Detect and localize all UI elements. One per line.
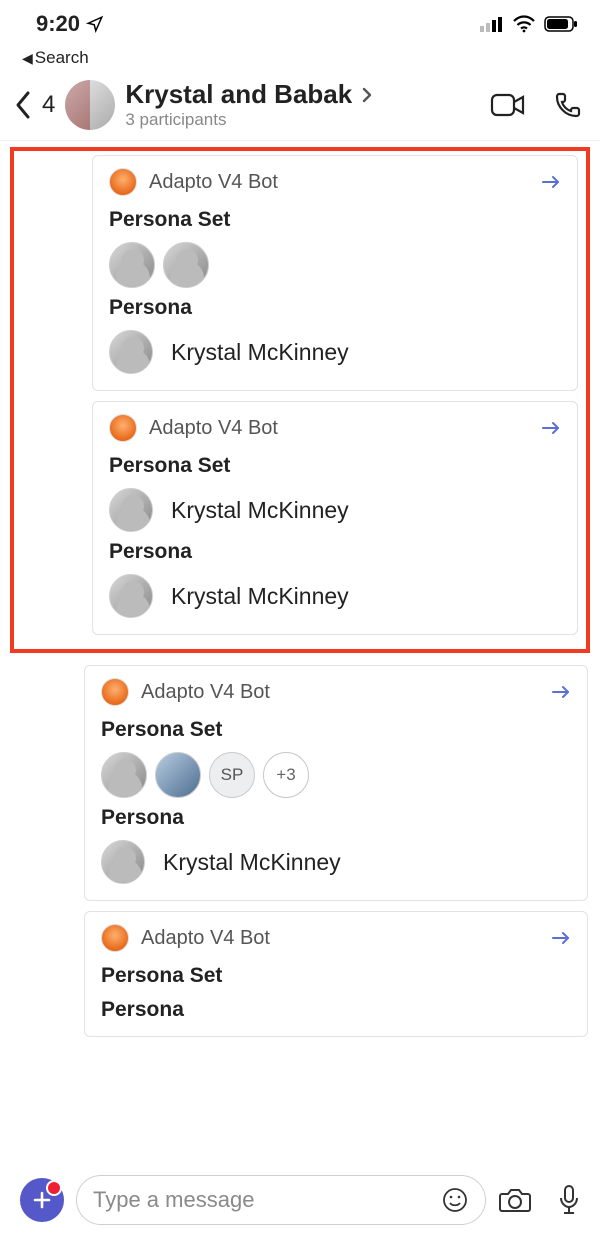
persona-set-label: Persona Set <box>109 454 561 478</box>
back-to-label: Search <box>35 48 89 68</box>
persona-row: Krystal McKinney <box>109 574 561 618</box>
avatar[interactable] <box>109 330 153 374</box>
avatar[interactable] <box>109 242 155 288</box>
open-arrow-icon[interactable] <box>541 421 561 435</box>
persona-set-label: Persona Set <box>101 718 571 742</box>
persona-set-name: Krystal McKinney <box>171 497 349 524</box>
persona-label: Persona <box>101 806 571 830</box>
back-count: 4 <box>42 91 55 119</box>
bot-card: Adapto V4 Bot Persona Set Persona Krysta… <box>92 155 578 391</box>
bot-icon <box>101 678 129 706</box>
avatar[interactable] <box>163 242 209 288</box>
audio-call-icon[interactable] <box>554 91 582 119</box>
avatar[interactable] <box>101 752 147 798</box>
emoji-icon[interactable] <box>441 1186 469 1214</box>
open-arrow-icon[interactable] <box>551 685 571 699</box>
bot-icon <box>101 924 129 952</box>
status-time: 9:20 <box>36 11 80 37</box>
chevron-right-icon <box>362 87 372 103</box>
camera-icon[interactable] <box>498 1186 532 1214</box>
persona-set-avatars <box>109 242 561 288</box>
cellular-icon <box>480 16 504 32</box>
plus-icon <box>32 1190 52 1210</box>
bot-icon <box>109 168 137 196</box>
persona-label: Persona <box>109 296 561 320</box>
battery-icon <box>544 16 578 32</box>
bot-name: Adapto V4 Bot <box>149 417 278 440</box>
bot-card: Adapto V4 Bot Persona Set Persona <box>84 911 588 1037</box>
bot-name: Adapto V4 Bot <box>141 681 270 704</box>
chat-subtitle: 3 participants <box>125 110 474 130</box>
status-bar: 9:20 <box>0 0 600 48</box>
avatar[interactable] <box>109 574 153 618</box>
wifi-icon <box>512 15 536 33</box>
chat-header: 4 Krystal and Babak 3 participants <box>0 76 600 141</box>
persona-label: Persona <box>109 540 561 564</box>
back-button[interactable]: 4 <box>14 90 55 120</box>
message-input[interactable]: Type a message <box>76 1175 486 1225</box>
avatar[interactable] <box>101 840 145 884</box>
mic-icon[interactable] <box>558 1184 580 1216</box>
open-arrow-icon[interactable] <box>551 931 571 945</box>
persona-name: Krystal McKinney <box>171 339 349 366</box>
persona-row: Krystal McKinney <box>101 840 571 884</box>
persona-row: Krystal McKinney <box>109 330 561 374</box>
avatar-initials[interactable]: SP <box>209 752 255 798</box>
avatar-more[interactable]: +3 <box>263 752 309 798</box>
open-arrow-icon[interactable] <box>541 175 561 189</box>
persona-set-avatars: SP +3 <box>101 752 571 798</box>
bot-card: Adapto V4 Bot Persona Set Krystal McKinn… <box>92 401 578 635</box>
message-placeholder: Type a message <box>93 1187 441 1213</box>
composer: Type a message <box>0 1165 600 1247</box>
back-to-search[interactable]: ◀ Search <box>0 48 600 76</box>
persona-set-label: Persona Set <box>101 964 571 988</box>
bot-card: Adapto V4 Bot Persona Set SP +3 Persona … <box>84 665 588 901</box>
bot-name: Adapto V4 Bot <box>141 927 270 950</box>
persona-name: Krystal McKinney <box>171 583 349 610</box>
persona-name: Krystal McKinney <box>163 849 341 876</box>
add-button[interactable] <box>20 1178 64 1222</box>
highlight-annotation: Adapto V4 Bot Persona Set Persona Krysta… <box>10 147 590 653</box>
video-call-icon[interactable] <box>490 92 526 118</box>
chevron-left-icon <box>14 90 32 120</box>
bot-name: Adapto V4 Bot <box>149 171 278 194</box>
back-triangle-icon: ◀ <box>22 50 33 67</box>
message-stream[interactable]: Adapto V4 Bot Persona Set Persona Krysta… <box>0 141 600 1165</box>
bot-icon <box>109 414 137 442</box>
group-avatar[interactable] <box>65 80 115 130</box>
persona-set-label: Persona Set <box>109 208 561 232</box>
location-icon <box>86 15 104 33</box>
chat-title: Krystal and Babak <box>125 80 352 110</box>
avatar[interactable] <box>155 752 201 798</box>
persona-label: Persona <box>101 998 571 1022</box>
chat-title-block[interactable]: Krystal and Babak 3 participants <box>125 80 474 129</box>
persona-set-row: Krystal McKinney <box>109 488 561 532</box>
avatar[interactable] <box>109 488 153 532</box>
